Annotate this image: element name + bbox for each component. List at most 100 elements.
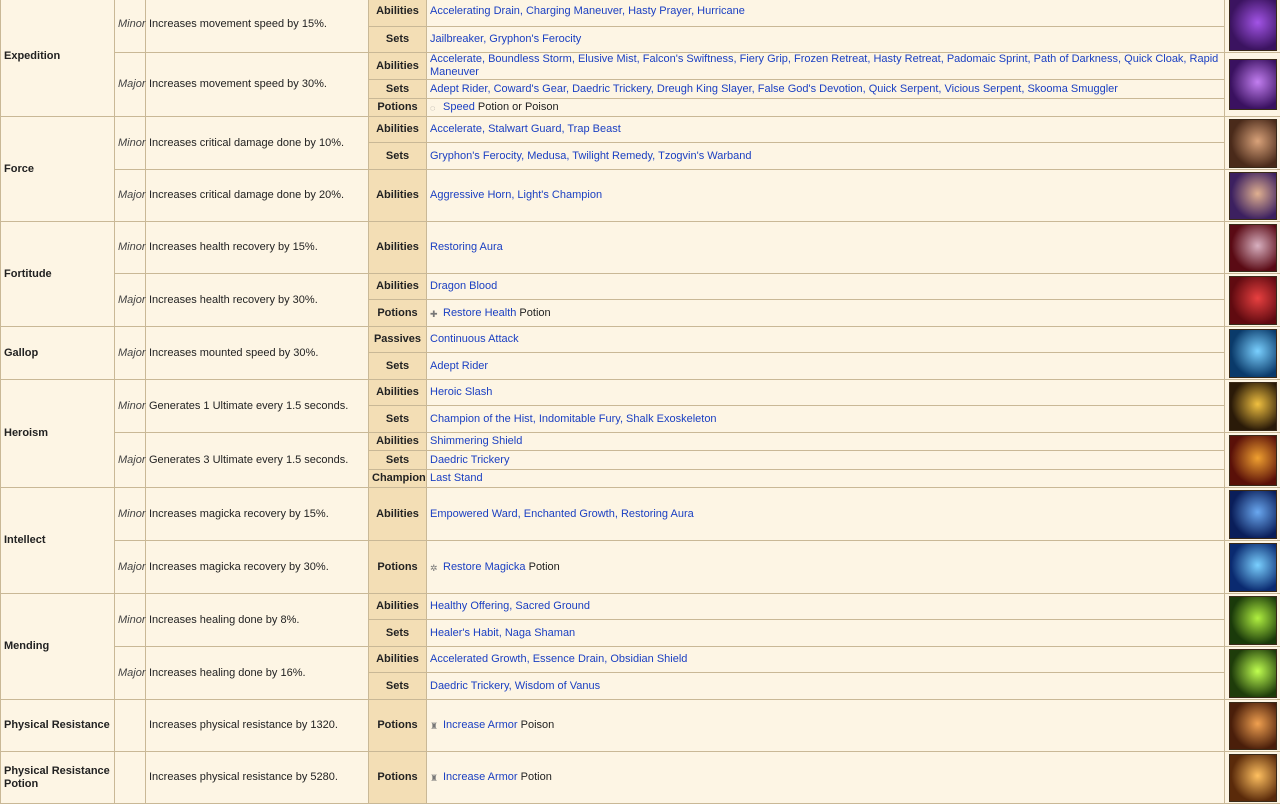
source-category: Sets xyxy=(369,673,427,700)
source-list[interactable]: Healer's Habit, Naga Shaman xyxy=(427,620,1225,647)
source-category: Potions xyxy=(369,752,427,804)
buff-name[interactable]: Physical Resistance xyxy=(1,700,115,752)
source-list[interactable]: Daedric Trickery xyxy=(427,451,1225,470)
source-list[interactable]: Accelerating Drain, Charging Maneuver, H… xyxy=(427,0,1225,27)
buff-description: Increases magicka recovery by 30%. xyxy=(146,541,369,594)
buffs-table: ExpeditionMinorIncreases movement speed … xyxy=(0,0,1280,804)
source-category: Sets xyxy=(369,80,427,99)
potion-link[interactable]: Increase Armor xyxy=(443,771,518,783)
buff-table-row: ForceMinorIncreases critical damage done… xyxy=(1,117,1280,143)
buff-name[interactable]: Force xyxy=(1,117,115,222)
buff-icon-cell xyxy=(1225,752,1280,804)
source-list[interactable]: Last Stand xyxy=(427,470,1225,488)
intellect-minor-icon xyxy=(1229,490,1277,539)
source-list[interactable]: Gryphon's Ferocity, Medusa, Twilight Rem… xyxy=(427,143,1225,170)
source-list[interactable]: ◌ Speed Potion or Poison xyxy=(427,99,1225,117)
force-minor-icon xyxy=(1229,119,1277,168)
buff-tier: Major xyxy=(115,647,146,700)
source-list[interactable]: Restoring Aura xyxy=(427,222,1225,274)
potion-kind: Poison xyxy=(518,719,555,731)
source-category: Abilities xyxy=(369,594,427,620)
buff-icon-cell xyxy=(1225,327,1280,380)
source-category: Champion xyxy=(369,470,427,488)
buff-icon-cell xyxy=(1225,274,1280,327)
potion-kind: Potion or Poison xyxy=(475,101,559,113)
source-list[interactable]: Dragon Blood xyxy=(427,274,1225,300)
buff-description: Increases magicka recovery by 15%. xyxy=(146,488,369,541)
source-list[interactable]: Adept Rider, Coward's Gear, Daedric Tric… xyxy=(427,80,1225,99)
source-list[interactable]: Heroic Slash xyxy=(427,380,1225,406)
buff-table-row: MajorIncreases critical damage done by 2… xyxy=(1,170,1280,222)
source-list[interactable]: ✚Restore Health Potion xyxy=(427,300,1225,327)
buff-description: Increases movement speed by 15%. xyxy=(146,0,369,53)
buff-description: Increases healing done by 8%. xyxy=(146,594,369,647)
buff-icon-cell xyxy=(1225,222,1280,274)
physical-resistance-icon xyxy=(1229,702,1277,750)
buff-table-row: MajorIncreases healing done by 16%.Abili… xyxy=(1,647,1280,673)
source-category: Abilities xyxy=(369,488,427,541)
potion-kind: Potion xyxy=(518,771,552,783)
source-category: Sets xyxy=(369,27,427,53)
source-category: Potions xyxy=(369,700,427,752)
potion-link[interactable]: Restore Health xyxy=(443,307,516,319)
source-category: Abilities xyxy=(369,170,427,222)
buff-name[interactable]: Mending xyxy=(1,594,115,700)
source-list[interactable]: ✲ Restore Magicka Potion xyxy=(427,541,1225,594)
buff-tier: Major xyxy=(115,170,146,222)
buff-tier: Minor xyxy=(115,0,146,53)
source-category: Abilities xyxy=(369,647,427,673)
source-list[interactable]: Jailbreaker, Gryphon's Ferocity xyxy=(427,27,1225,53)
buff-description: Increases health recovery by 30%. xyxy=(146,274,369,327)
potion-link[interactable]: Speed xyxy=(443,101,475,113)
source-list[interactable]: Accelerate, Boundless Storm, Elusive Mis… xyxy=(427,53,1225,80)
buff-tier: Minor xyxy=(115,222,146,274)
buff-icon-cell xyxy=(1225,700,1280,752)
source-list[interactable]: Adept Rider xyxy=(427,353,1225,380)
source-list[interactable]: Shimmering Shield xyxy=(427,433,1225,451)
source-list[interactable]: Daedric Trickery, Wisdom of Vanus xyxy=(427,673,1225,700)
expedition-major-icon xyxy=(1229,59,1277,110)
buff-table-row: GallopMajorIncreases mounted speed by 30… xyxy=(1,327,1280,353)
source-category: Abilities xyxy=(369,0,427,27)
buff-name[interactable]: Fortitude xyxy=(1,222,115,327)
source-list[interactable]: Aggressive Horn, Light's Champion xyxy=(427,170,1225,222)
buff-icon-cell xyxy=(1225,541,1280,594)
buff-description: Increases movement speed by 30%. xyxy=(146,53,369,117)
buff-tier: Major xyxy=(115,274,146,327)
gallop-major-icon xyxy=(1229,329,1277,378)
heroism-minor-icon xyxy=(1229,382,1277,431)
buff-table-row: Physical ResistanceIncreases physical re… xyxy=(1,700,1280,752)
restore-magicka-potion-icon: ✲ xyxy=(430,564,439,573)
buff-name[interactable]: Expedition xyxy=(1,0,115,117)
source-list[interactable]: Healthy Offering, Sacred Ground xyxy=(427,594,1225,620)
source-category: Passives xyxy=(369,327,427,353)
buff-tier: Major xyxy=(115,541,146,594)
buff-name[interactable]: Gallop xyxy=(1,327,115,380)
buff-tier xyxy=(115,752,146,804)
source-list[interactable]: Accelerate, Stalwart Guard, Trap Beast xyxy=(427,117,1225,143)
buff-name[interactable]: Intellect xyxy=(1,488,115,594)
buff-name[interactable]: Heroism xyxy=(1,380,115,488)
buff-icon-cell xyxy=(1225,53,1280,117)
expedition-minor-icon xyxy=(1229,0,1277,51)
source-list[interactable]: Empowered Ward, Enchanted Growth, Restor… xyxy=(427,488,1225,541)
buff-tier: Major xyxy=(115,53,146,117)
buff-icon-cell xyxy=(1225,488,1280,541)
buff-name[interactable]: Physical Resistance Potion xyxy=(1,752,115,804)
source-list[interactable]: Accelerated Growth, Essence Drain, Obsid… xyxy=(427,647,1225,673)
source-list[interactable]: ♜Increase Armor Poison xyxy=(427,700,1225,752)
buff-table-row: MajorGenerates 3 Ultimate every 1.5 seco… xyxy=(1,433,1280,451)
potion-kind: Potion xyxy=(526,561,560,573)
potion-link[interactable]: Restore Magicka xyxy=(443,561,526,573)
buff-table-row: MajorIncreases movement speed by 30%.Abi… xyxy=(1,53,1280,80)
source-list[interactable]: Champion of the Hist, Indomitable Fury, … xyxy=(427,406,1225,433)
source-list[interactable]: ♜ Increase Armor Potion xyxy=(427,752,1225,804)
source-list[interactable]: Continuous Attack xyxy=(427,327,1225,353)
increase-armor-potion-icon: ♜ xyxy=(430,774,439,783)
speed-potion-icon: ◌ xyxy=(430,104,439,113)
buff-table-row: HeroismMinorGenerates 1 Ultimate every 1… xyxy=(1,380,1280,406)
potion-link[interactable]: Increase Armor xyxy=(443,719,518,731)
buff-tier: Minor xyxy=(115,117,146,170)
fortitude-minor-icon xyxy=(1229,224,1277,272)
buff-description: Generates 1 Ultimate every 1.5 seconds. xyxy=(146,380,369,433)
